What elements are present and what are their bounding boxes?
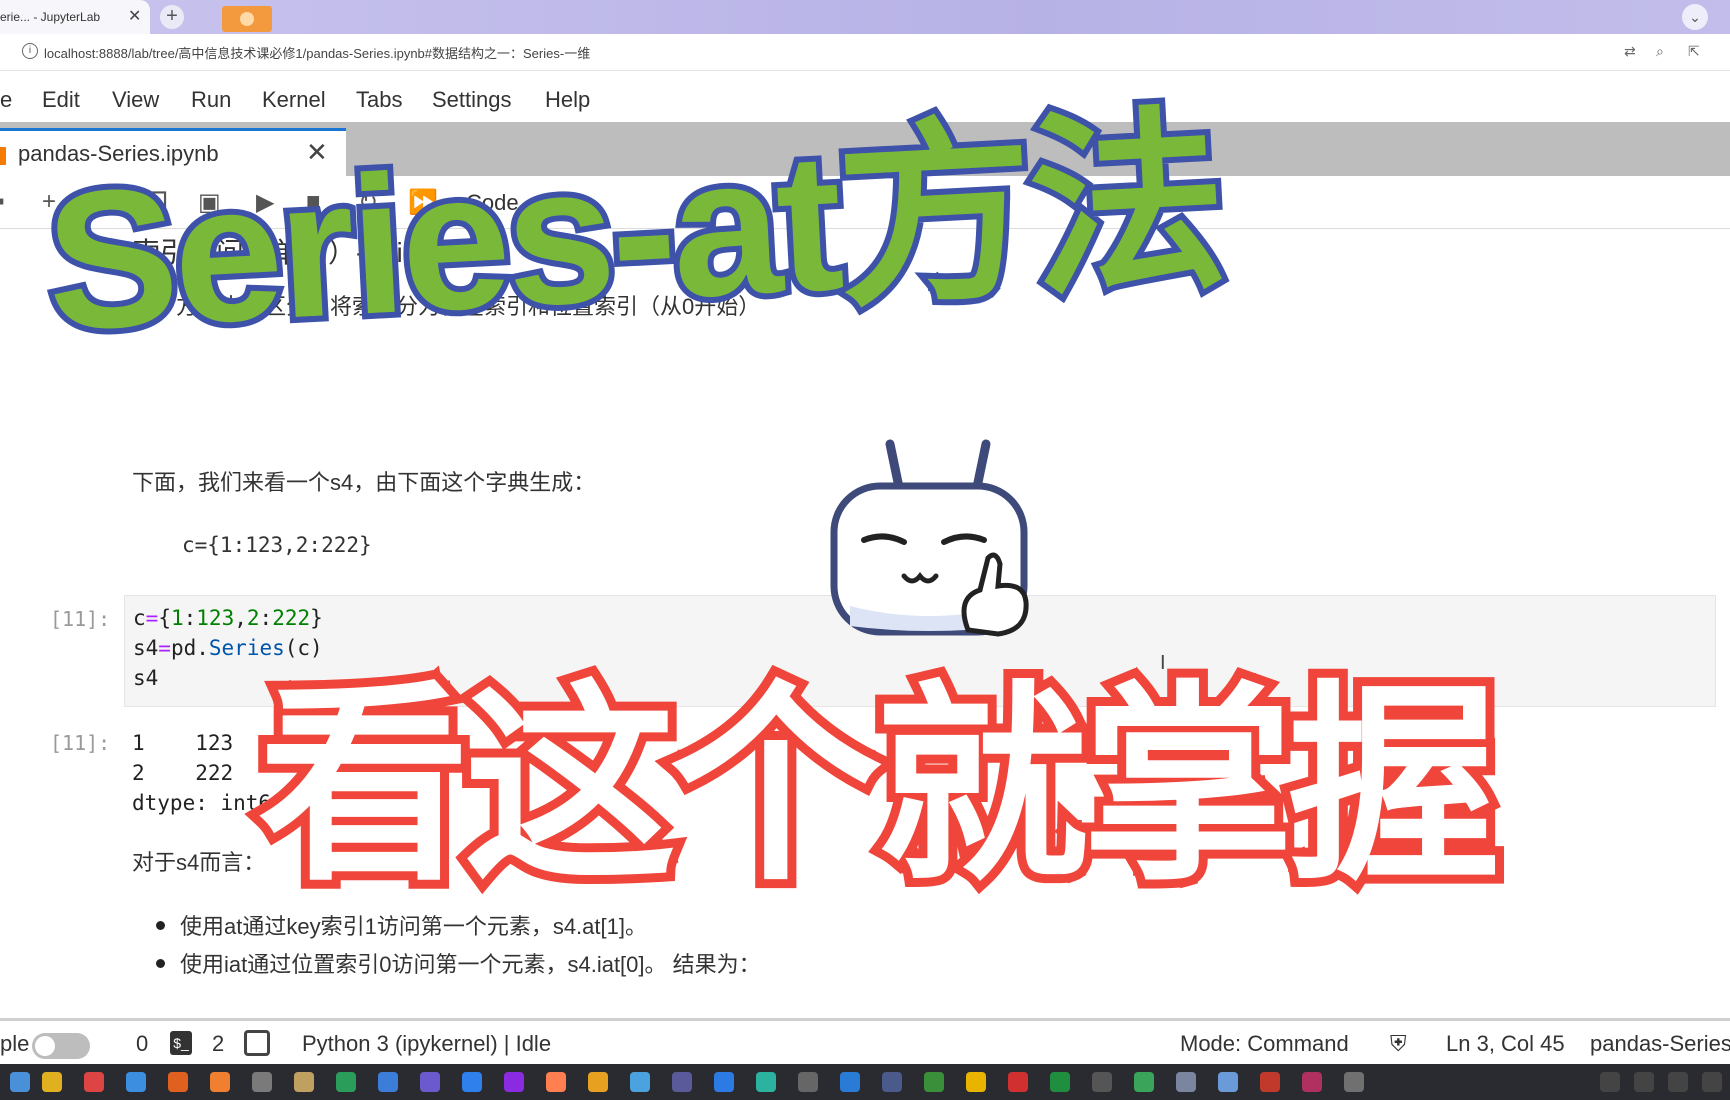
menu-tabs[interactable]: Tabs: [356, 87, 402, 113]
taskbar-app-icon[interactable]: [1092, 1072, 1112, 1092]
mascot-icon: [830, 439, 1029, 637]
menu-settings[interactable]: Settings: [432, 87, 512, 113]
overlay-title-master: 看这个就掌握: [249, 662, 1509, 909]
taskbar-app-icon[interactable]: [126, 1072, 146, 1092]
taskbar-app-icon[interactable]: [504, 1072, 524, 1092]
taskbar-app-icon[interactable]: [168, 1072, 188, 1092]
paragraph-s4-intro: 下面，我们来看一个s4，由下面这个字典生成：: [132, 470, 596, 495]
output-line-1: 1 123: [132, 731, 234, 755]
taskbar-app-icon[interactable]: [336, 1072, 356, 1092]
taskbar-app-icon[interactable]: [10, 1072, 30, 1092]
tray-icon[interactable]: [1668, 1072, 1688, 1092]
bullet-at-method: 使用at通过key索引1访问第一个元素，s4.at[1]。: [180, 914, 647, 939]
code-line-2: s4=pd.Series(c): [133, 636, 323, 660]
terminal-icon[interactable]: $_: [170, 1031, 192, 1055]
bullet-dot: [156, 921, 165, 930]
taskbar-app-icon[interactable]: [1218, 1072, 1238, 1092]
address-bar[interactable]: i localhost:8888/lab/tree/高中信息技术课必修1/pan…: [0, 34, 1730, 71]
text-cursor-icon: I: [1160, 652, 1166, 674]
code-line-1: c={1:123,2:222}: [133, 606, 323, 630]
tab-thumbnail[interactable]: [222, 6, 272, 32]
taskbar-app-icon[interactable]: [840, 1072, 860, 1092]
menu-view[interactable]: View: [112, 87, 159, 113]
taskbar-app-icon[interactable]: [42, 1072, 62, 1092]
close-tab-icon[interactable]: ✕: [128, 0, 141, 34]
chevron-down-icon[interactable]: ⌄: [1682, 4, 1708, 30]
bullet-dot: [156, 959, 165, 968]
menu-edit[interactable]: Edit: [42, 87, 80, 113]
save-icon[interactable]: ▪: [0, 188, 5, 216]
browser-tab[interactable]: erie... - JupyterLab ✕: [0, 0, 150, 34]
taskbar-app-icon[interactable]: [714, 1072, 734, 1092]
new-tab-button[interactable]: +: [160, 5, 184, 29]
cursor-position[interactable]: Ln 3, Col 45: [1446, 1031, 1565, 1057]
status-bar: ple 0 $_ 2 Python 3 (ipykernel) | Idle M…: [0, 1018, 1730, 1067]
taskbar-app-icon[interactable]: [1260, 1072, 1280, 1092]
paragraph-s4: 对于s4而言：: [132, 850, 266, 875]
tray-icon[interactable]: [1702, 1072, 1722, 1092]
browser-tab-strip: erie... - JupyterLab ✕ + ⌄: [0, 0, 1730, 34]
taskbar-app-icon[interactable]: [1134, 1072, 1154, 1092]
tray-icon[interactable]: [1600, 1072, 1620, 1092]
taskbar-app-icon[interactable]: [1176, 1072, 1196, 1092]
os-taskbar: [0, 1064, 1730, 1100]
output-prompt: [11]:: [50, 731, 111, 755]
taskbar-app-icon[interactable]: [546, 1072, 566, 1092]
taskbar-app-icon[interactable]: [378, 1072, 398, 1092]
code-line-3: s4: [133, 666, 159, 690]
browser-tab-title: erie... - JupyterLab: [0, 10, 101, 24]
simple-mode-label: ple: [0, 1031, 30, 1056]
menu-file[interactable]: e: [0, 87, 12, 113]
taskbar-app-icon[interactable]: [420, 1072, 440, 1092]
taskbar-app-icon[interactable]: [84, 1072, 104, 1092]
shield-icon[interactable]: ⛨: [1390, 1031, 1407, 1057]
dict-code-block: c={1:123,2:222}: [182, 533, 372, 557]
taskbar-app-icon[interactable]: [1344, 1072, 1364, 1092]
input-prompt: [11]:: [50, 607, 111, 631]
taskbar-app-icon[interactable]: [756, 1072, 776, 1092]
taskbar-app-icon[interactable]: [588, 1072, 608, 1092]
simple-mode-toggle[interactable]: [32, 1033, 90, 1059]
translate-icon[interactable]: ⇄: [1624, 43, 1636, 60]
kernel-count[interactable]: 2: [212, 1031, 224, 1057]
zoom-icon[interactable]: ⌕: [1656, 43, 1664, 60]
kernel-chip-icon[interactable]: [244, 1030, 270, 1056]
taskbar-app-icon[interactable]: [798, 1072, 818, 1092]
bullet-iat-method: 使用iat通过位置索引0访问第一个元素，s4.iat[0]。 结果为：: [180, 952, 761, 977]
kernel-status[interactable]: Python 3 (ipykernel) | Idle: [302, 1031, 551, 1057]
taskbar-app-icon[interactable]: [294, 1072, 314, 1092]
menu-run[interactable]: Run: [191, 87, 231, 113]
taskbar-app-icon[interactable]: [1050, 1072, 1070, 1092]
mode-indicator: Mode: Command: [1180, 1031, 1349, 1056]
info-icon[interactable]: i: [22, 43, 38, 59]
url-text[interactable]: localhost:8888/lab/tree/高中信息技术课必修1/panda…: [44, 43, 590, 62]
taskbar-app-icon[interactable]: [1302, 1072, 1322, 1092]
file-name-status: pandas-Series: [1590, 1031, 1730, 1056]
taskbar-app-icon[interactable]: [966, 1072, 986, 1092]
taskbar-app-icon[interactable]: [882, 1072, 902, 1092]
tray-icon[interactable]: [1634, 1072, 1654, 1092]
menu-kernel[interactable]: Kernel: [262, 87, 326, 113]
share-icon[interactable]: ⇱: [1688, 43, 1700, 60]
menu-help[interactable]: Help: [545, 87, 590, 113]
taskbar-app-icon[interactable]: [462, 1072, 482, 1092]
notebook-file-icon: [0, 147, 6, 165]
taskbar-app-icon[interactable]: [1008, 1072, 1028, 1092]
taskbar-app-icon[interactable]: [210, 1072, 230, 1092]
taskbar-app-icon[interactable]: [924, 1072, 944, 1092]
terminal-count[interactable]: 0: [136, 1031, 148, 1057]
output-line-2: 2 222: [132, 761, 234, 785]
taskbar-app-icon[interactable]: [672, 1072, 692, 1092]
taskbar-app-icon[interactable]: [630, 1072, 650, 1092]
taskbar-app-icon[interactable]: [252, 1072, 272, 1092]
